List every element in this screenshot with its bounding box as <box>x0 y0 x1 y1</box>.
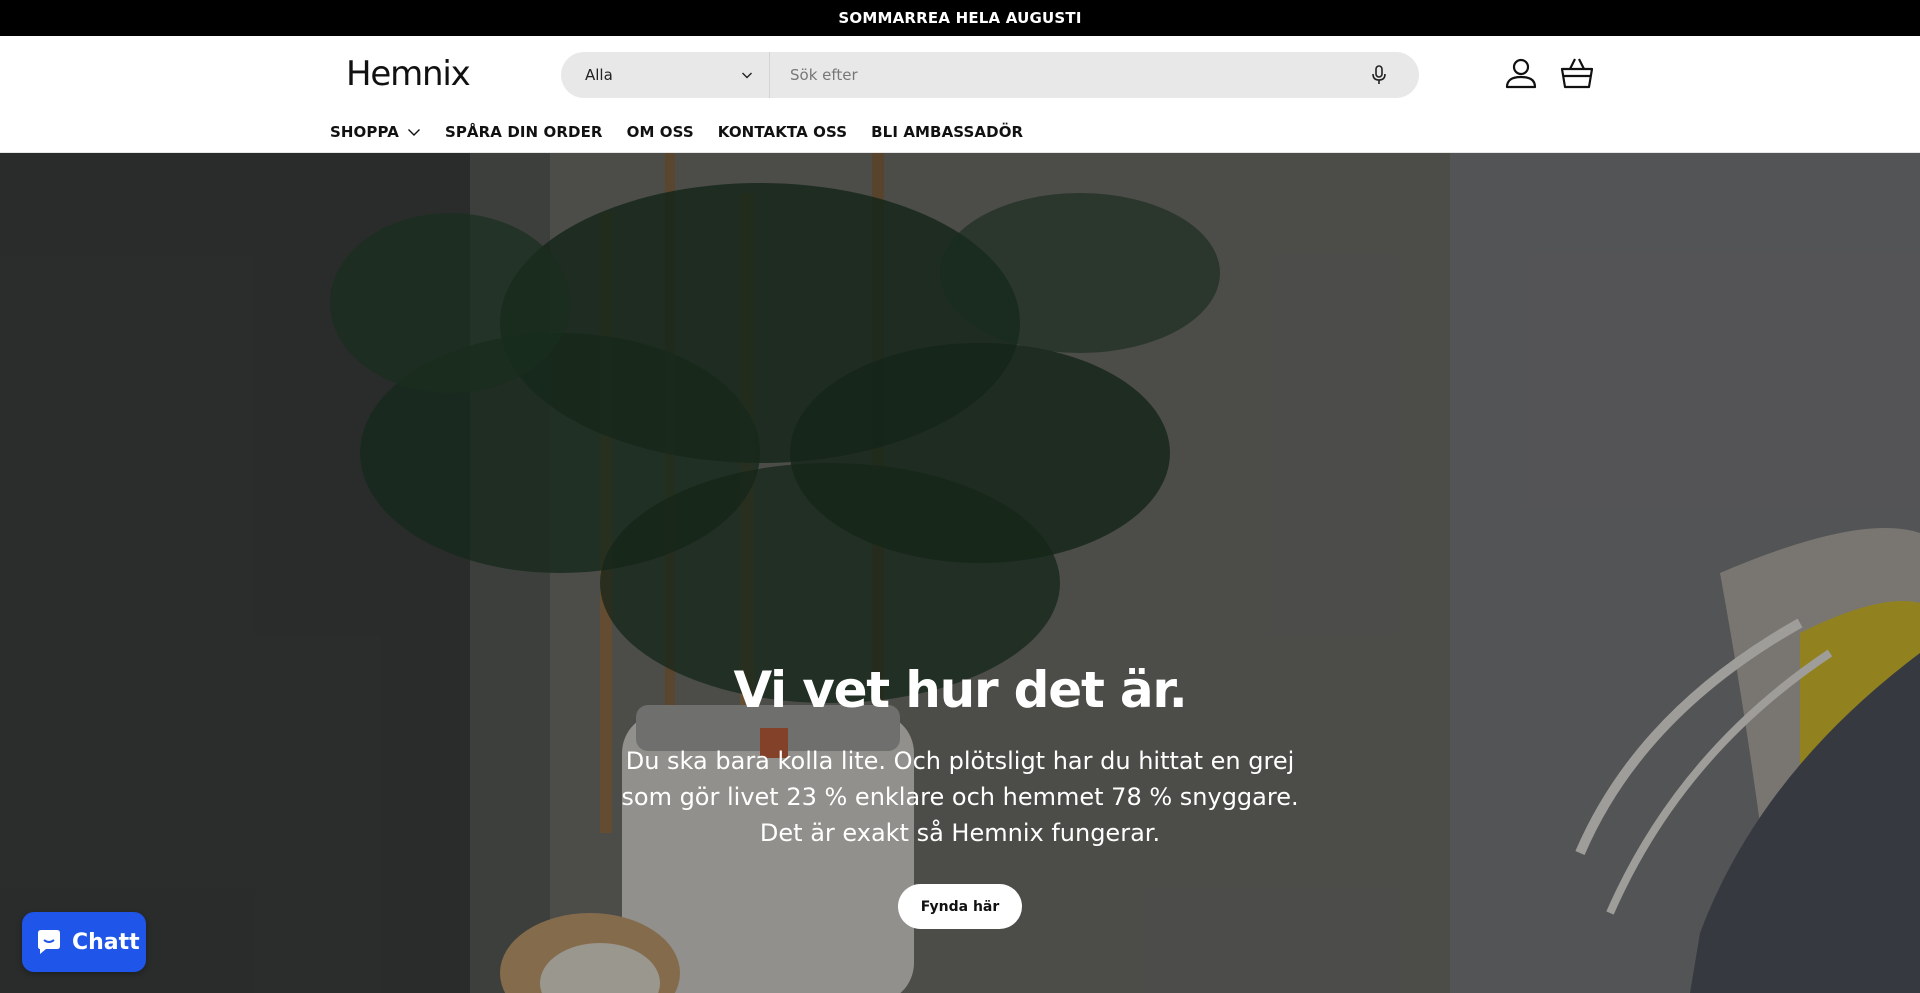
main-nav: SHOPPA SPÅRA DIN ORDER OM OSS KONTAKTA O… <box>330 123 1047 141</box>
announcement-bar: SOMMARREA HELA AUGUSTI <box>0 0 1920 36</box>
nav-item-label: BLI AMBASSADÖR <box>871 123 1024 141</box>
user-icon[interactable] <box>1504 56 1538 90</box>
nav-item-bli-ambassador[interactable]: BLI AMBASSADÖR <box>871 123 1023 141</box>
nav-item-om-oss[interactable]: OM OSS <box>627 123 694 141</box>
hero-title: Vi vet hur det är. <box>733 661 1187 719</box>
search-input[interactable] <box>770 52 1369 98</box>
nav-item-shoppa[interactable]: SHOPPA <box>330 123 421 141</box>
hero-text: Du ska bara kolla lite. Och plötsligt ha… <box>0 743 1920 851</box>
chat-label: Chatt <box>72 929 140 955</box>
chat-icon <box>38 930 60 954</box>
nav-item-label: SHOPPA <box>330 123 399 141</box>
chevron-down-icon <box>407 129 420 136</box>
nav-item-spara-din-order[interactable]: SPÅRA DIN ORDER <box>445 123 603 141</box>
hero-overlay <box>0 153 1920 993</box>
category-select[interactable]: Alla <box>561 52 770 98</box>
announcement-text: SOMMARREA HELA AUGUSTI <box>838 9 1082 27</box>
hero-text-line: Du ska bara kolla lite. Och plötsligt ha… <box>625 747 1295 775</box>
logo[interactable]: Hemnix <box>346 54 471 94</box>
nav-item-kontakta-oss[interactable]: KONTAKTA OSS <box>718 123 847 141</box>
nav-item-label: OM OSS <box>626 123 694 141</box>
category-select-value: Alla <box>585 66 613 84</box>
microphone-icon[interactable] <box>1369 64 1389 86</box>
hero-banner: Vi vet hur det är. Du ska bara kolla lit… <box>0 153 1920 993</box>
chat-button[interactable]: Chatt <box>22 912 146 972</box>
search-bar: Alla <box>561 52 1419 98</box>
hero-text-line: som gör livet 23 % enklare och hemmet 78… <box>621 783 1299 811</box>
basket-icon[interactable] <box>1560 56 1594 90</box>
hero-cta-button[interactable]: Fynda här <box>898 884 1022 929</box>
site-header: Hemnix Alla SHOPPA SPÅRA DIN ORDER OM OS… <box>0 36 1920 153</box>
nav-item-label: SPÅRA DIN ORDER <box>444 123 603 141</box>
nav-item-label: KONTAKTA OSS <box>717 123 848 141</box>
chevron-down-icon <box>742 72 752 79</box>
hero-text-line: Det är exakt så Hemnix fungerar. <box>759 819 1161 847</box>
